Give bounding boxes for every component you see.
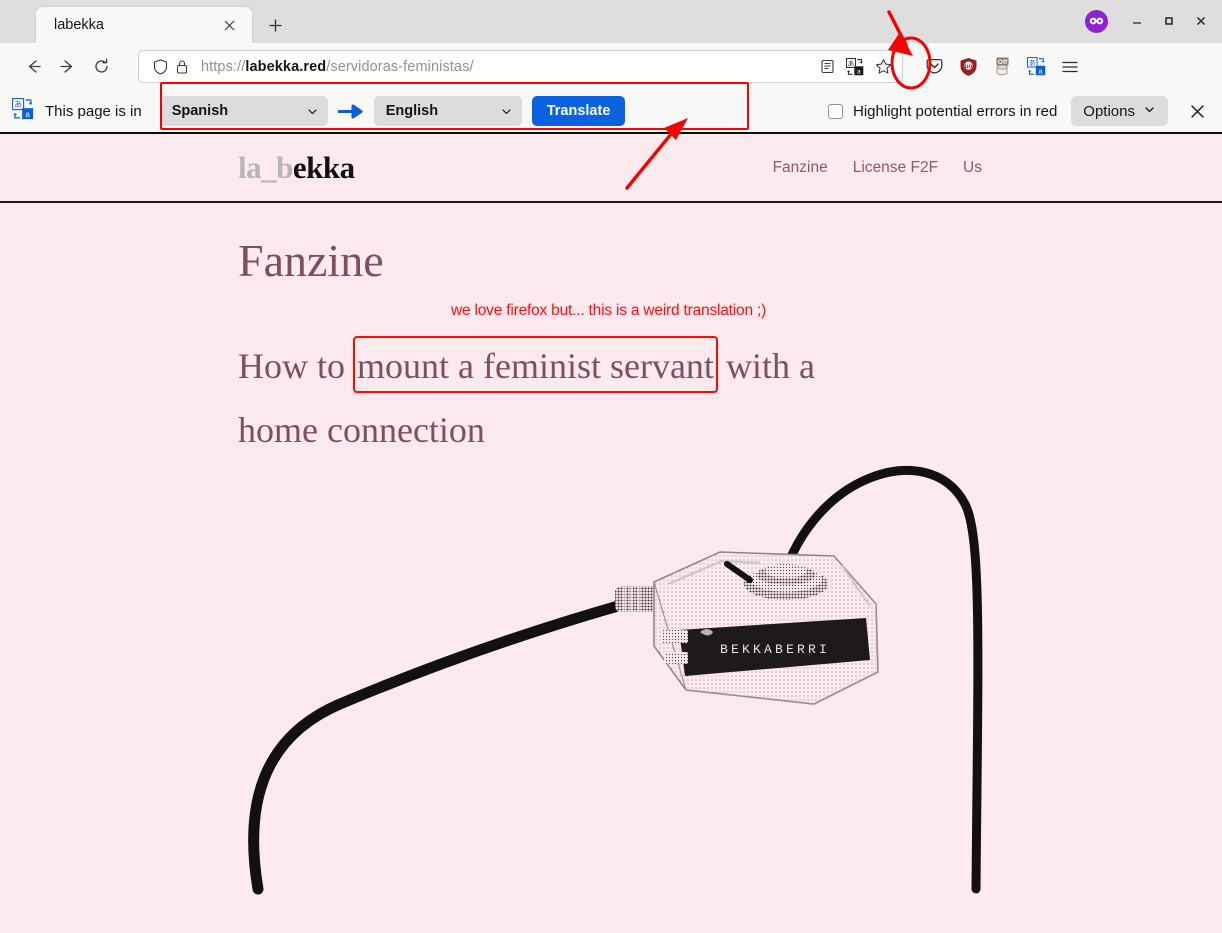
- options-button-label: Options: [1083, 102, 1135, 120]
- ublock-origin-icon[interactable]: uo: [953, 52, 983, 82]
- hero-board-label: BEKKABERRI: [720, 642, 830, 657]
- cable-connector: [615, 586, 659, 612]
- svg-text:a: a: [1038, 68, 1042, 75]
- tab-strip: labekka: [0, 0, 1222, 43]
- web-page-content: la_bekka Fanzine License F2F Us Fanzine …: [0, 134, 1222, 933]
- tab-title: labekka: [54, 17, 104, 33]
- tracking-protection-shield-icon[interactable]: [149, 56, 171, 78]
- chevron-down-icon: [306, 105, 319, 118]
- svg-text:uo: uo: [964, 63, 972, 70]
- page-title: Fanzine: [238, 235, 384, 286]
- highlight-errors-checkbox-wrap[interactable]: Highlight potential errors in red: [828, 103, 1057, 120]
- url-text: https://labekka.red/servidoras-feminista…: [201, 58, 474, 75]
- transparent-case: BEKKABERRI: [653, 551, 879, 705]
- site-logo[interactable]: la_bekka: [238, 150, 355, 186]
- svg-text:a: a: [25, 109, 30, 118]
- nav-link-fanzine[interactable]: Fanzine: [773, 159, 828, 177]
- new-tab-button[interactable]: [260, 10, 290, 40]
- reload-button[interactable]: [84, 50, 118, 84]
- translate-button[interactable]: Translate: [531, 96, 626, 126]
- hamburger-menu-icon[interactable]: [1055, 52, 1085, 82]
- raspberry-pi-halftone-image: BEKKABERRI: [248, 466, 983, 895]
- translate-page-icon[interactable]: あ a: [842, 54, 868, 80]
- logo-suffix: ekka: [292, 149, 355, 185]
- lock-icon[interactable]: [171, 56, 193, 78]
- site-header: la_bekka Fanzine License F2F Us: [0, 134, 1222, 203]
- browser-window: labekka https://labekka.red/servidoras-f…: [0, 0, 1222, 933]
- svg-text:あ: あ: [1028, 59, 1035, 67]
- heading-part-1: How to: [238, 346, 354, 387]
- svg-text:a: a: [857, 68, 861, 75]
- heading-highlighted-phrase: mount a feminist servant: [353, 334, 718, 398]
- chevron-down-icon: [1143, 103, 1156, 120]
- browser-toolbar-actions: uo Off あ a: [919, 52, 1085, 82]
- target-language-select[interactable]: English: [373, 96, 522, 126]
- svg-text:あ: あ: [14, 100, 22, 109]
- navigation-toolbar: https://labekka.red/servidoras-feminista…: [0, 43, 1222, 90]
- close-tab-icon[interactable]: [218, 14, 240, 36]
- options-button[interactable]: Options: [1071, 96, 1168, 126]
- logo-prefix: la_b: [238, 149, 293, 185]
- svg-text:Off: Off: [998, 59, 1008, 66]
- chevron-down-icon: [500, 105, 513, 118]
- translation-bar-options: Highlight potential errors in red Option…: [828, 96, 1214, 126]
- svg-text:あ: あ: [848, 59, 854, 67]
- maximize-window-button[interactable]: [1154, 6, 1184, 36]
- source-language-select[interactable]: Spanish: [159, 96, 328, 126]
- firefox-translations-icon[interactable]: あ a: [1021, 52, 1051, 82]
- highlight-errors-label: Highlight potential errors in red: [853, 102, 1058, 120]
- source-language-value: Spanish: [171, 103, 229, 119]
- highlight-errors-checkbox[interactable]: [828, 103, 844, 119]
- translation-annotation-note: we love firefox but... this is a weird t…: [451, 302, 767, 320]
- cookie-off-icon[interactable]: Off: [987, 52, 1017, 82]
- translation-bar-message: This page is in: [45, 102, 142, 120]
- back-button[interactable]: [16, 50, 50, 84]
- address-bar-actions: あ a: [814, 54, 896, 80]
- window-controls: [1085, 6, 1216, 36]
- bookmark-star-icon[interactable]: [870, 54, 896, 80]
- right-arrow-icon: [337, 104, 364, 119]
- language-selection-group: Spanish English Translate: [148, 96, 626, 126]
- nav-link-license-f2f[interactable]: License F2F: [853, 159, 938, 177]
- firefox-account-avatar-icon[interactable]: [1085, 9, 1108, 33]
- browser-tab[interactable]: labekka: [36, 7, 252, 43]
- translation-bar-lead: あ a This page is in: [12, 97, 148, 125]
- reader-mode-icon[interactable]: [814, 54, 840, 80]
- address-bar[interactable]: https://labekka.red/servidoras-feminista…: [138, 50, 903, 83]
- translation-notification-bar: あ a This page is in Spanish English Tran…: [0, 90, 1222, 134]
- hero-illustration: BEKKABERRI: [230, 434, 1000, 933]
- nav-link-us[interactable]: Us: [963, 159, 982, 177]
- site-navigation: Fanzine License F2F Us: [773, 159, 1222, 177]
- close-translation-bar-button[interactable]: [1182, 96, 1212, 126]
- close-window-button[interactable]: [1186, 6, 1216, 36]
- forward-button[interactable]: [50, 50, 84, 84]
- target-language-value: English: [385, 103, 439, 119]
- page-main-content: Fanzine we love firefox but... this is a…: [0, 203, 1222, 462]
- translations-bar-icon: あ a: [12, 97, 34, 125]
- minimize-window-button[interactable]: [1122, 6, 1152, 36]
- pocket-icon[interactable]: [919, 52, 949, 82]
